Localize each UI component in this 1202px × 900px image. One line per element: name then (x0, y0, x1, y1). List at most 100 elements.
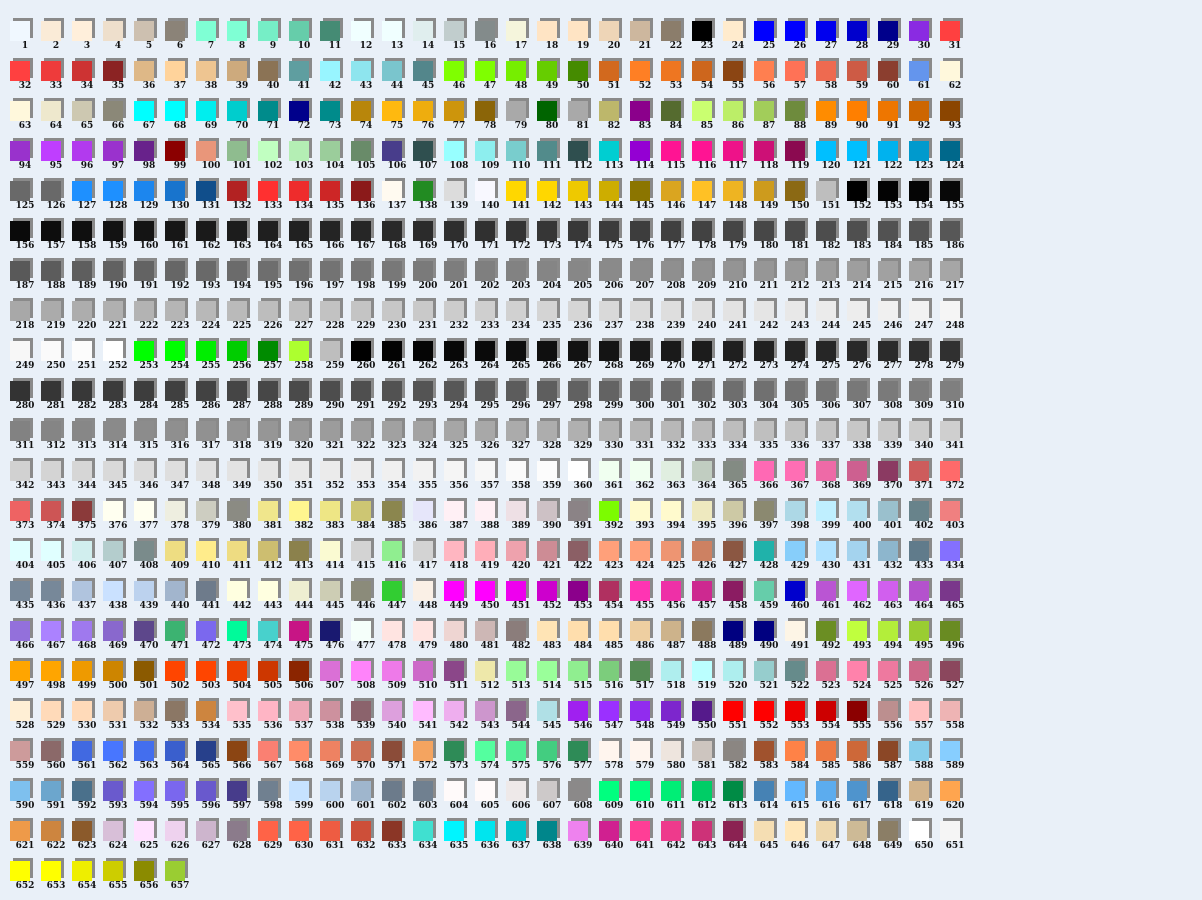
color-swatch[interactable]: 8 (227, 18, 257, 58)
color-swatch[interactable]: 31 (940, 18, 970, 58)
color-swatch[interactable]: 383 (320, 498, 350, 538)
color-swatch[interactable]: 492 (816, 618, 846, 658)
color-swatch[interactable]: 469 (103, 618, 133, 658)
color-swatch[interactable]: 250 (41, 338, 71, 378)
color-swatch[interactable]: 61 (909, 58, 939, 98)
color-swatch[interactable]: 126 (41, 178, 71, 218)
color-swatch[interactable]: 172 (506, 218, 536, 258)
color-swatch[interactable]: 213 (816, 258, 846, 298)
color-swatch[interactable]: 384 (351, 498, 381, 538)
color-swatch[interactable]: 80 (537, 98, 567, 138)
color-swatch[interactable]: 499 (72, 658, 102, 698)
color-swatch[interactable]: 243 (785, 298, 815, 338)
color-swatch[interactable]: 394 (661, 498, 691, 538)
color-swatch[interactable]: 605 (475, 778, 505, 818)
color-swatch[interactable]: 114 (630, 138, 660, 178)
color-swatch[interactable]: 656 (134, 858, 164, 898)
color-swatch[interactable]: 348 (196, 458, 226, 498)
color-swatch[interactable]: 636 (475, 818, 505, 858)
color-swatch[interactable]: 329 (568, 418, 598, 458)
color-swatch[interactable]: 635 (444, 818, 474, 858)
color-swatch[interactable]: 482 (506, 618, 536, 658)
color-swatch[interactable]: 641 (630, 818, 660, 858)
color-swatch[interactable]: 558 (940, 698, 970, 738)
color-swatch[interactable]: 524 (847, 658, 877, 698)
color-swatch[interactable]: 101 (227, 138, 257, 178)
color-swatch[interactable]: 56 (754, 58, 784, 98)
color-swatch[interactable]: 251 (72, 338, 102, 378)
color-swatch[interactable]: 372 (940, 458, 970, 498)
color-swatch[interactable]: 536 (258, 698, 288, 738)
color-swatch[interactable]: 289 (289, 378, 319, 418)
color-swatch[interactable]: 625 (134, 818, 164, 858)
color-swatch[interactable]: 112 (568, 138, 598, 178)
color-swatch[interactable]: 547 (599, 698, 629, 738)
color-swatch[interactable]: 432 (878, 538, 908, 578)
color-swatch[interactable]: 26 (785, 18, 815, 58)
color-swatch[interactable]: 113 (599, 138, 629, 178)
color-swatch[interactable]: 439 (134, 578, 164, 618)
color-swatch[interactable]: 245 (847, 298, 877, 338)
color-swatch[interactable]: 258 (289, 338, 319, 378)
color-swatch[interactable]: 550 (692, 698, 722, 738)
color-swatch[interactable]: 560 (41, 738, 71, 778)
color-swatch[interactable]: 280 (10, 378, 40, 418)
color-swatch[interactable]: 177 (661, 218, 691, 258)
color-swatch[interactable]: 489 (723, 618, 753, 658)
color-swatch[interactable]: 78 (475, 98, 505, 138)
color-swatch[interactable]: 65 (72, 98, 102, 138)
color-swatch[interactable]: 310 (940, 378, 970, 418)
color-swatch[interactable]: 464 (909, 578, 939, 618)
color-swatch[interactable]: 448 (413, 578, 443, 618)
color-swatch[interactable]: 572 (413, 738, 443, 778)
color-swatch[interactable]: 614 (754, 778, 784, 818)
color-swatch[interactable]: 551 (723, 698, 753, 738)
color-swatch[interactable]: 29 (878, 18, 908, 58)
color-swatch[interactable]: 281 (41, 378, 71, 418)
color-swatch[interactable]: 239 (661, 298, 691, 338)
color-swatch[interactable]: 513 (506, 658, 536, 698)
color-swatch[interactable]: 157 (41, 218, 71, 258)
color-swatch[interactable]: 352 (320, 458, 350, 498)
color-swatch[interactable]: 241 (723, 298, 753, 338)
color-swatch[interactable]: 312 (41, 418, 71, 458)
color-swatch[interactable]: 287 (227, 378, 257, 418)
color-swatch[interactable]: 400 (847, 498, 877, 538)
color-swatch[interactable]: 606 (506, 778, 536, 818)
color-swatch[interactable]: 165 (289, 218, 319, 258)
color-swatch[interactable]: 552 (754, 698, 784, 738)
color-swatch[interactable]: 345 (103, 458, 133, 498)
color-swatch[interactable]: 277 (878, 338, 908, 378)
color-swatch[interactable]: 561 (72, 738, 102, 778)
color-swatch[interactable]: 438 (103, 578, 133, 618)
color-swatch[interactable]: 140 (475, 178, 505, 218)
color-swatch[interactable]: 624 (103, 818, 133, 858)
color-swatch[interactable]: 108 (444, 138, 474, 178)
color-swatch[interactable]: 35 (103, 58, 133, 98)
color-swatch[interactable]: 371 (909, 458, 939, 498)
color-swatch[interactable]: 623 (72, 818, 102, 858)
color-swatch[interactable]: 596 (196, 778, 226, 818)
color-swatch[interactable]: 189 (72, 258, 102, 298)
color-swatch[interactable]: 111 (537, 138, 567, 178)
color-swatch[interactable]: 115 (661, 138, 691, 178)
color-swatch[interactable]: 49 (537, 58, 567, 98)
color-swatch[interactable]: 276 (847, 338, 877, 378)
color-swatch[interactable]: 215 (878, 258, 908, 298)
color-swatch[interactable]: 17 (506, 18, 536, 58)
color-swatch[interactable]: 186 (940, 218, 970, 258)
color-swatch[interactable]: 423 (599, 538, 629, 578)
color-swatch[interactable]: 368 (816, 458, 846, 498)
color-swatch[interactable]: 518 (661, 658, 691, 698)
color-swatch[interactable]: 178 (692, 218, 722, 258)
color-swatch[interactable]: 202 (475, 258, 505, 298)
color-swatch[interactable]: 330 (599, 418, 629, 458)
color-swatch[interactable]: 15 (444, 18, 474, 58)
color-swatch[interactable]: 293 (413, 378, 443, 418)
color-swatch[interactable]: 638 (537, 818, 567, 858)
color-swatch[interactable]: 398 (785, 498, 815, 538)
color-swatch[interactable]: 415 (351, 538, 381, 578)
color-swatch[interactable]: 100 (196, 138, 226, 178)
color-swatch[interactable]: 205 (568, 258, 598, 298)
color-swatch[interactable]: 62 (940, 58, 970, 98)
